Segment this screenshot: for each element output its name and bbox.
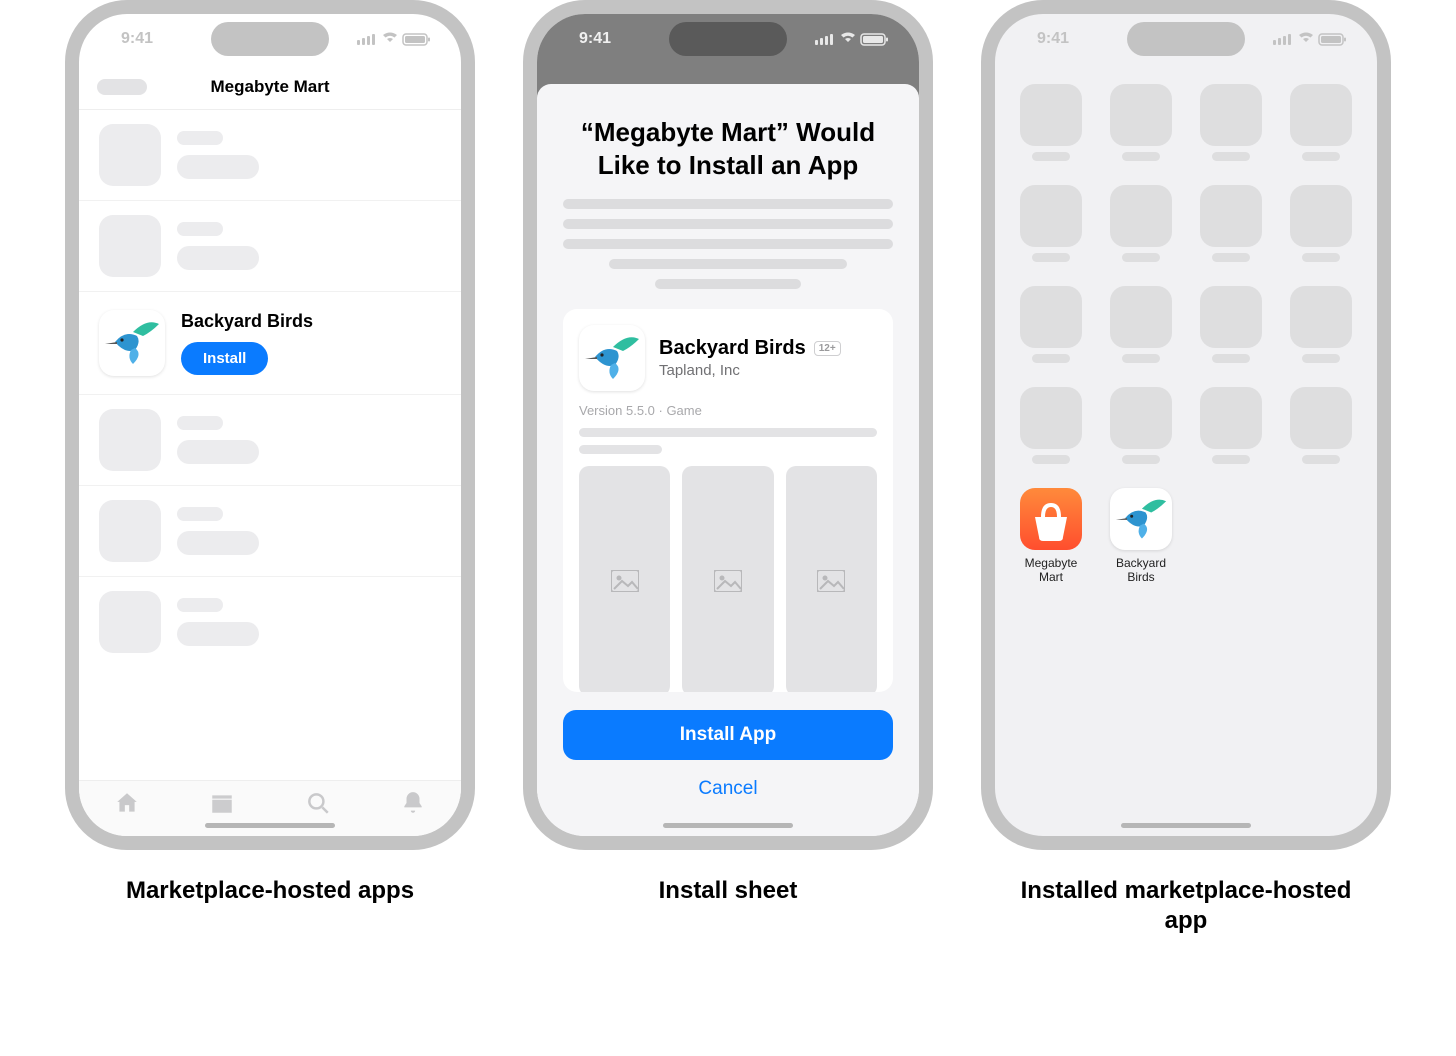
home-tab-icon[interactable] [114,790,140,821]
screenshot-placeholder[interactable] [682,466,773,692]
list-item[interactable] [79,577,461,667]
app-slot-placeholder[interactable] [1285,286,1357,363]
list-item[interactable] [79,110,461,201]
nav-bar: Megabyte Mart [79,64,461,110]
notifications-tab-icon[interactable] [400,790,426,821]
app-slot-placeholder[interactable] [1015,387,1087,464]
search-tab-icon[interactable] [305,790,331,821]
text-placeholder [177,131,223,145]
app-slot-placeholder[interactable] [1015,185,1087,262]
button-placeholder [177,531,259,555]
version-category: Version 5.5.0 · Game [579,403,877,418]
home-screen-grid[interactable]: Megabyte Mart Backyard Birds [1015,84,1357,585]
home-indicator[interactable] [1121,823,1251,828]
text-placeholder [177,598,223,612]
button-placeholder [177,440,259,464]
app-icon-placeholder [99,124,161,186]
categories-tab-icon[interactable] [209,790,235,821]
featured-app-row[interactable]: Backyard Birds Install [79,292,461,395]
backyard-birds-app-icon [1110,488,1172,550]
text-placeholder [579,445,662,454]
app-slot-placeholder[interactable] [1195,185,1267,262]
button-placeholder [177,622,259,646]
dynamic-island [669,22,787,56]
screenshot-row[interactable] [579,466,877,692]
status-icons [815,32,889,47]
app-slot-placeholder[interactable] [1105,185,1177,262]
list-item[interactable] [79,486,461,577]
install-app-button[interactable]: Install App [563,710,893,760]
install-sheet: “Megabyte Mart” Would Like to Install an… [537,84,919,836]
app-slot-placeholder[interactable] [1285,84,1357,161]
app-list[interactable]: Backyard Birds Install [79,110,461,780]
nav-title: Megabyte Mart [210,77,329,97]
app-slot-placeholder[interactable] [1285,387,1357,464]
app-name: Backyard Birds [659,337,806,360]
age-rating-badge: 12+ [814,341,841,356]
description-placeholder [563,199,893,289]
home-indicator[interactable] [663,823,793,828]
app-label: Megabyte Mart [1015,556,1087,585]
install-button[interactable]: Install [181,342,268,375]
app-slot-placeholder[interactable] [1105,286,1177,363]
caption-marketplace: Marketplace-hosted apps [126,876,414,906]
status-icons [1273,32,1347,47]
caption-installed: Installed marketplace-hosted app [996,876,1376,936]
back-placeholder[interactable] [97,79,147,95]
screenshot-placeholder[interactable] [579,466,670,692]
app-slot-placeholder[interactable] [1015,84,1087,161]
text-placeholder [579,428,877,437]
list-item[interactable] [79,201,461,292]
status-time: 9:41 [1037,30,1069,48]
sheet-title: “Megabyte Mart” Would Like to Install an… [563,116,893,181]
text-placeholder [177,416,223,430]
dynamic-island [211,22,329,56]
status-icons [357,32,431,47]
app-label: Backyard Birds [1105,556,1177,585]
app-megabyte-mart[interactable]: Megabyte Mart [1015,488,1087,585]
caption-install-sheet: Install sheet [659,876,798,906]
app-slot-placeholder[interactable] [1195,387,1267,464]
app-icon-placeholder [99,409,161,471]
app-icon-placeholder [99,500,161,562]
app-backyard-birds[interactable]: Backyard Birds [1105,488,1177,585]
phone-home-screen: 9:41 [981,0,1391,850]
status-time: 9:41 [579,30,611,48]
app-icon-placeholder [99,215,161,277]
text-placeholder [177,507,223,521]
phone-marketplace: 9:41 Megabyte Mart [65,0,475,850]
app-info-card: Backyard Birds 12+ Tapland, Inc Version … [563,309,893,692]
dynamic-island [1127,22,1245,56]
app-slot-placeholder[interactable] [1195,286,1267,363]
megabyte-mart-app-icon [1020,488,1082,550]
backyard-birds-app-icon [579,325,645,391]
button-placeholder [177,155,259,179]
screenshot-placeholder[interactable] [786,466,877,692]
cancel-button[interactable]: Cancel [563,772,893,806]
app-slot-placeholder[interactable] [1105,387,1177,464]
button-placeholder [177,246,259,270]
app-slot-placeholder[interactable] [1195,84,1267,161]
status-time: 9:41 [121,30,153,48]
phone-install-sheet: 9:41 “Megabyte Mart” Would Like to Insta… [523,0,933,850]
app-slot-placeholder[interactable] [1285,185,1357,262]
text-placeholder [177,222,223,236]
app-slot-placeholder[interactable] [1105,84,1177,161]
backyard-birds-app-icon [99,310,165,376]
home-indicator[interactable] [205,823,335,828]
app-icon-placeholder [99,591,161,653]
featured-app-name: Backyard Birds [181,311,313,332]
developer-name: Tapland, Inc [659,362,841,379]
list-item[interactable] [79,395,461,486]
app-slot-placeholder[interactable] [1015,286,1087,363]
